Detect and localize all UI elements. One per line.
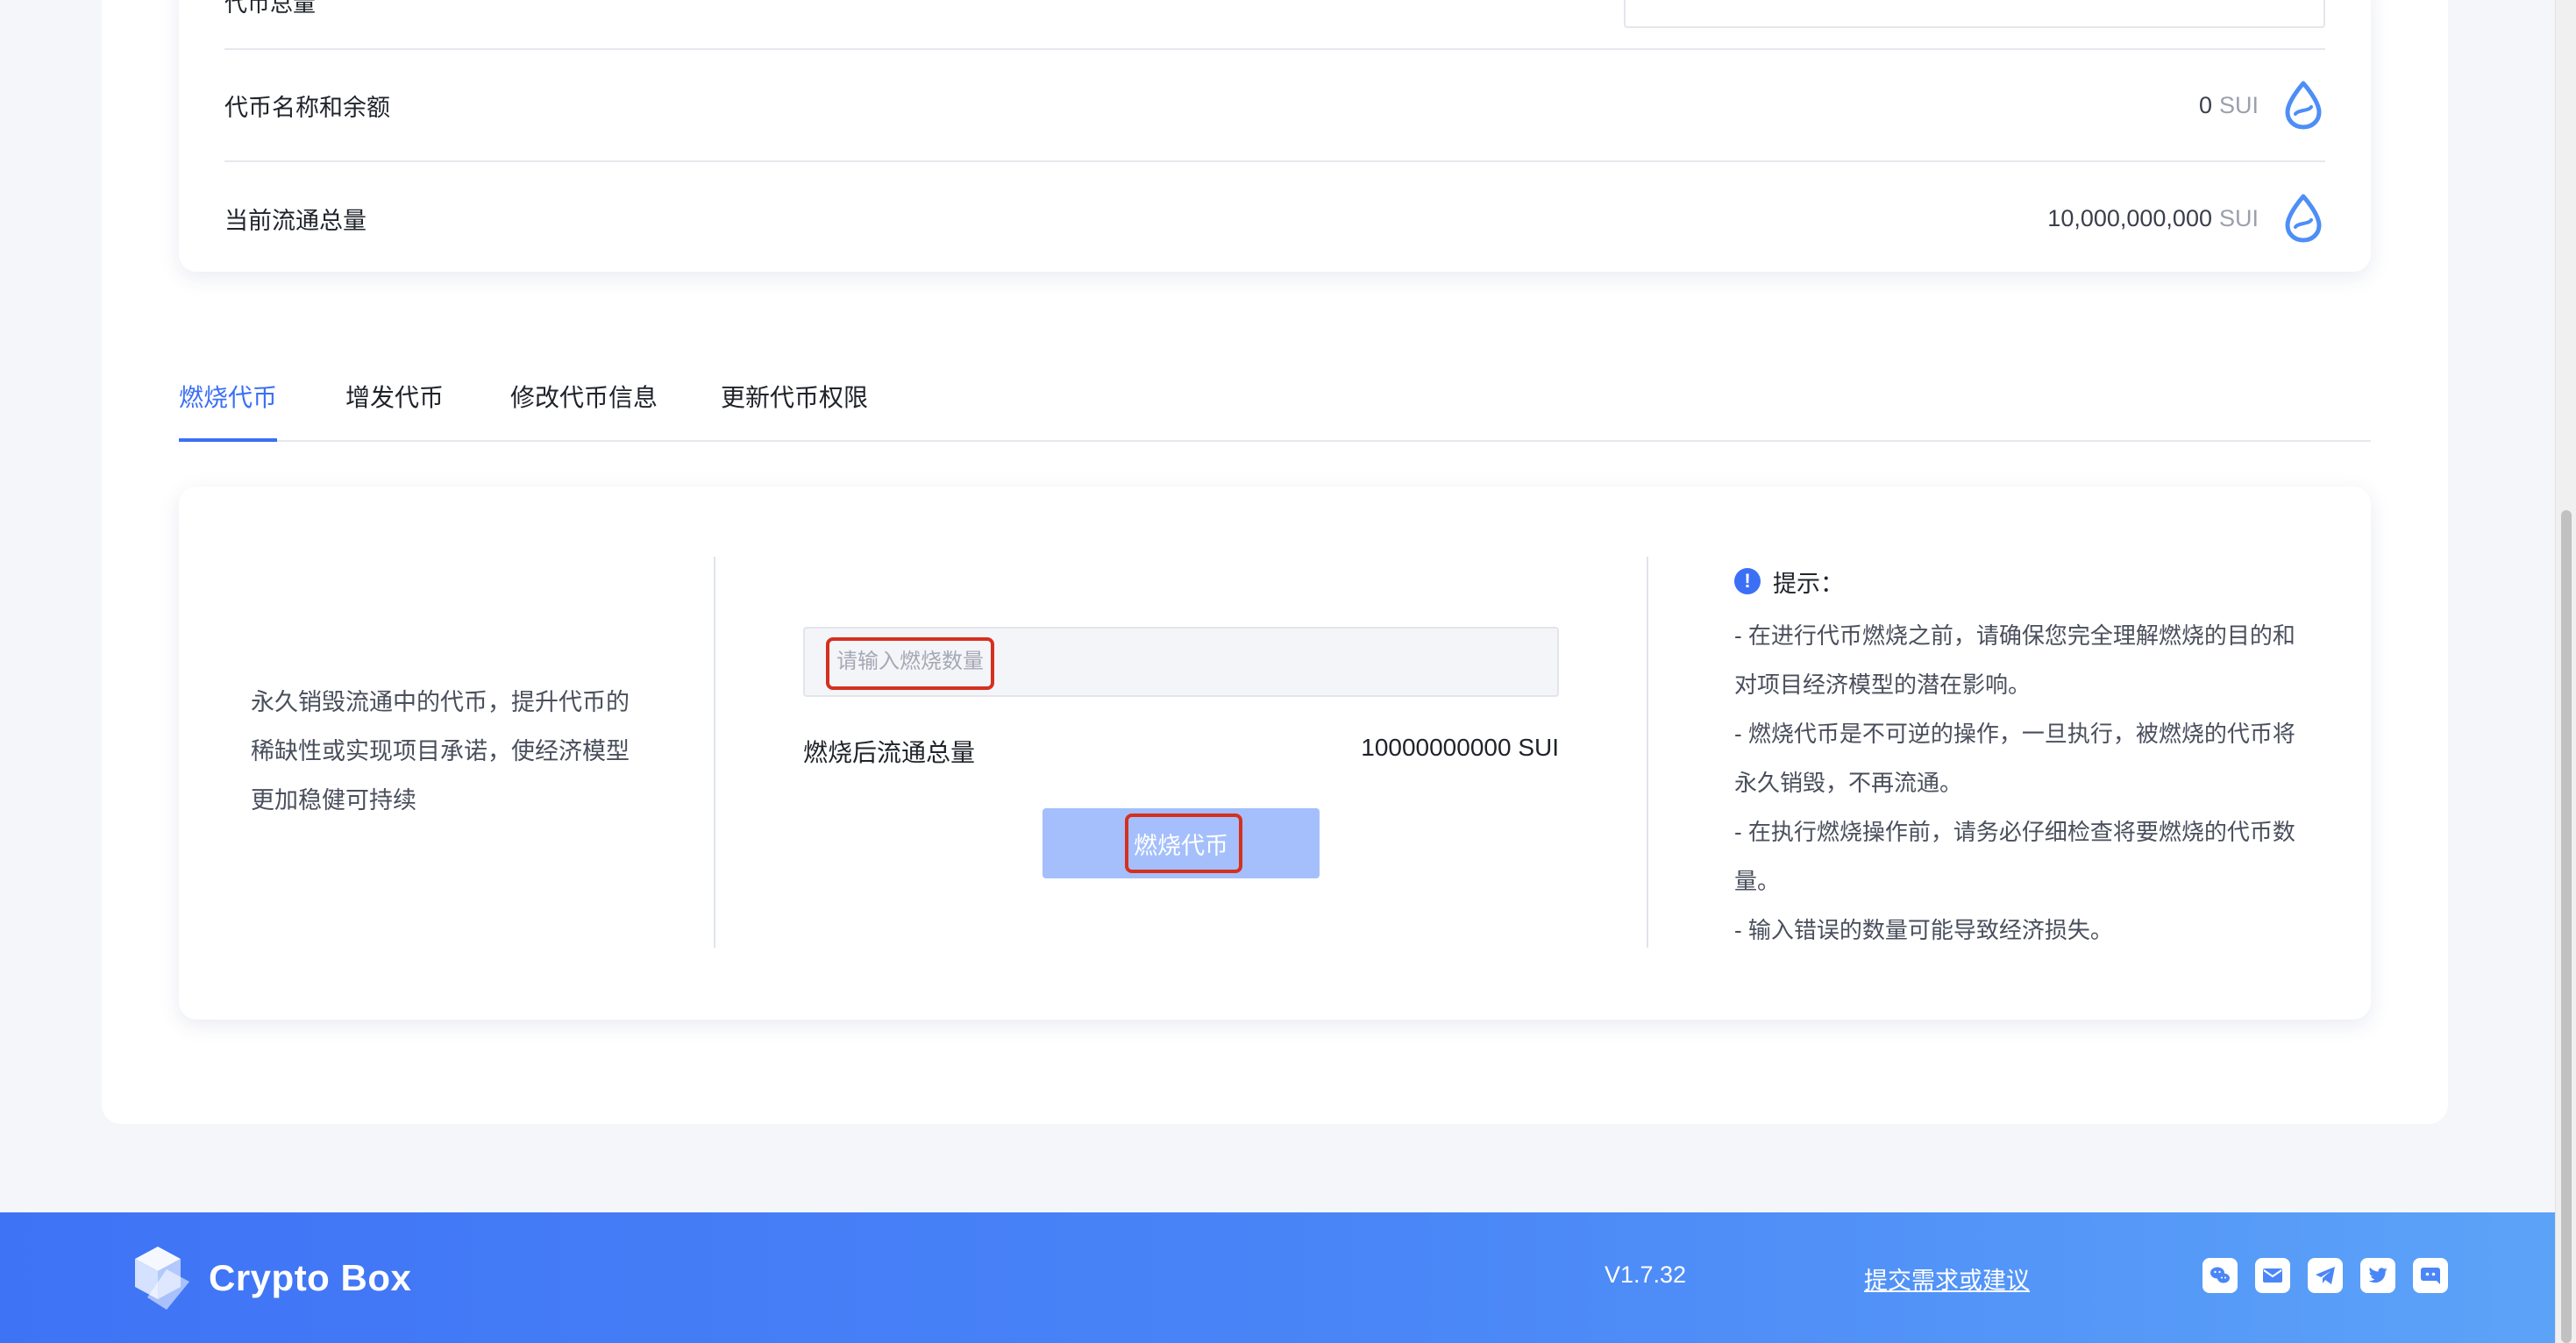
footer: Crypto Box V1.7.32 提交需求或建议: [0, 1212, 2555, 1343]
sui-icon: [2285, 81, 2322, 130]
tip-item: - 输入错误的数量可能导致经济损失。: [1734, 917, 2113, 943]
partial-row-input[interactable]: [1624, 0, 2325, 28]
feedback-link[interactable]: 提交需求或建议: [1864, 1261, 2030, 1296]
circulating-supply-unit: SUI: [2218, 204, 2259, 231]
burn-token-button[interactable]: 燃烧代币: [1042, 808, 1320, 878]
tab-mint-token[interactable]: 增发代币: [345, 380, 444, 442]
circulating-supply-label: 当前流通总量: [224, 207, 366, 234]
after-burn-supply-value: 10000000000 SUI: [1361, 734, 1559, 761]
after-burn-supply-label: 燃烧后流通总量: [803, 739, 976, 766]
email-button[interactable]: [2255, 1258, 2290, 1293]
token-balance-value: 0 SUI: [2199, 80, 2325, 131]
circulating-supply-value: 10,000,000,000 SUI: [2047, 193, 2325, 244]
tips-list: - 在进行代币燃烧之前，请确保您完全理解燃烧的目的和对项目经济模型的潜在影响。 …: [1734, 611, 2295, 955]
crypto-box-logo-icon: [135, 1247, 189, 1310]
telegram-button[interactable]: [2308, 1258, 2343, 1293]
circulating-supply-row: 当前流通总量 10,000,000,000 SUI: [224, 162, 2325, 274]
tab-burn-token[interactable]: 燃烧代币: [179, 380, 278, 442]
partial-row-label: 代币总量: [224, 0, 317, 17]
burn-amount-field[interactable]: [803, 627, 1559, 697]
panel-divider-right: [1647, 557, 1648, 948]
sui-icon: [2285, 194, 2322, 243]
wechat-icon: [2210, 1267, 2230, 1283]
twitter-button[interactable]: [2360, 1258, 2395, 1293]
tip-item: - 在进行代币燃烧之前，请确保您完全理解燃烧的目的和对项目经济模型的潜在影响。: [1734, 622, 2295, 698]
info-icon: !: [1734, 568, 1761, 594]
social-links: [2202, 1258, 2448, 1293]
page: 代币总量 代币名称和余额 0 SUI 当前流通总量 10,000,000,000…: [0, 0, 2576, 1343]
tip-item: - 燃烧代币是不可逆的操作，一旦执行，被燃烧的代币将永久销毁，不再流通。: [1734, 721, 2295, 796]
token-balance-label: 代币名称和余额: [224, 94, 390, 121]
scrollbar-thumb[interactable]: [2561, 510, 2572, 1343]
burn-description: 永久销毁流通中的代币，提升代币的稀缺性或实现项目承诺，使经济模型更加稳健可持续: [251, 689, 630, 814]
tab-update-token-permissions[interactable]: 更新代币权限: [721, 380, 868, 442]
footer-logo[interactable]: Crypto Box: [128, 1243, 411, 1313]
tab-edit-token-info[interactable]: 修改代币信息: [510, 380, 658, 442]
token-balance-unit: SUI: [2218, 91, 2259, 118]
token-balance-amount: 0: [2198, 91, 2212, 118]
telegram-icon: [2316, 1267, 2335, 1284]
burn-token-button-label: 燃烧代币: [1134, 832, 1228, 859]
token-action-tabs: 燃烧代币 增发代币 修改代币信息 更新代币权限: [179, 366, 2371, 442]
panel-divider-left: [714, 557, 715, 948]
email-icon: [2263, 1268, 2282, 1283]
tip-item: - 在执行燃烧操作前，请务必仔细检查将要燃烧的代币数量。: [1734, 819, 2295, 894]
token-balance-row: 代币名称和余额 0 SUI: [224, 50, 2325, 162]
burn-amount-input[interactable]: [805, 629, 1557, 695]
brand-name: Crypto Box: [209, 1257, 412, 1298]
page-scrollbar[interactable]: [2555, 0, 2576, 1343]
burn-tips: ! 提示： - 在进行代币燃烧之前，请确保您完全理解燃烧的目的和对项目经济模型的…: [1734, 564, 2295, 955]
token-info-partial-row: 代币总量: [224, 0, 2325, 50]
twitter-icon: [2368, 1267, 2387, 1283]
tips-title: 提示：: [1773, 570, 1844, 597]
burn-token-panel: 永久销毁流通中的代币，提升代币的稀缺性或实现项目承诺，使经济模型更加稳健可持续 …: [179, 487, 2371, 1020]
circulating-supply-amount: 10,000,000,000: [2047, 204, 2212, 231]
discord-icon: [2421, 1268, 2440, 1284]
app-version: V1.7.32: [1605, 1261, 1687, 1288]
wechat-button[interactable]: [2202, 1258, 2238, 1293]
discord-button[interactable]: [2413, 1258, 2448, 1293]
tips-header: ! 提示：: [1734, 564, 2295, 599]
